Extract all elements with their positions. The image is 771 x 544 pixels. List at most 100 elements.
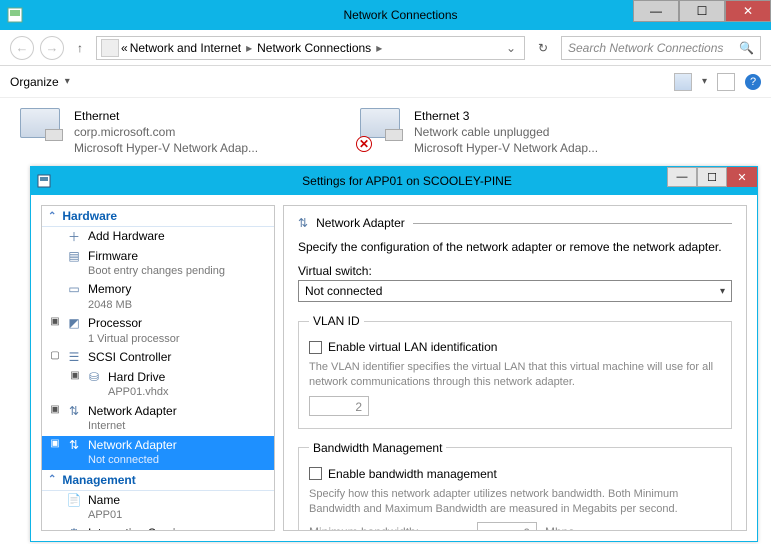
vlan-help-text: The VLAN identifier specifies the virtua… bbox=[309, 360, 721, 390]
panel-description: Specify the configuration of the network… bbox=[298, 240, 732, 254]
breadcrumb-part[interactable]: Network and Internet bbox=[130, 41, 241, 55]
network-adapter-icon: ⇅ bbox=[66, 404, 82, 418]
maximize-button[interactable]: ☐ bbox=[679, 0, 725, 22]
view-layout-button[interactable] bbox=[674, 73, 692, 91]
bandwidth-help-text: Specify how this network adapter utilize… bbox=[309, 487, 721, 517]
search-icon[interactable]: 🔍 bbox=[739, 41, 754, 55]
settings-tree: ⌃ Hardware ＋ Add Hardware ▤ Firmware Boo… bbox=[41, 205, 275, 531]
network-adapter-icon: ⇅ bbox=[298, 216, 308, 230]
bandwidth-unit: Mbps bbox=[545, 525, 574, 531]
harddrive-icon: ⛁ bbox=[86, 370, 102, 384]
bandwidth-enable-checkbox[interactable]: Enable bandwidth management bbox=[309, 467, 721, 481]
name-icon: 📄 bbox=[66, 493, 82, 507]
organize-menu[interactable]: Organize bbox=[10, 75, 59, 89]
connection-item[interactable]: ✕ Ethernet 3 Network cable unplugged Mic… bbox=[360, 108, 660, 157]
tree-item-scsi[interactable]: ▢ ☰ SCSI Controller bbox=[42, 348, 274, 368]
expand-icon[interactable]: ▣ bbox=[50, 316, 60, 327]
breadcrumb-dropdown[interactable]: ⌄ bbox=[506, 41, 520, 55]
search-input[interactable]: Search Network Connections 🔍 bbox=[561, 36, 761, 60]
close-button[interactable]: ✕ bbox=[725, 0, 771, 22]
tree-item-add-hardware[interactable]: ＋ Add Hardware bbox=[42, 227, 274, 247]
back-button[interactable]: ← bbox=[10, 36, 34, 60]
settings-dialog: Settings for APP01 on SCOOLEY-PINE — ☐ ✕… bbox=[30, 166, 758, 542]
up-button[interactable]: ↑ bbox=[70, 41, 90, 55]
search-placeholder: Search Network Connections bbox=[568, 41, 723, 55]
dialog-title: Settings for APP01 on SCOOLEY-PINE bbox=[57, 174, 757, 188]
tree-section-hardware[interactable]: ⌃ Hardware bbox=[42, 206, 274, 227]
add-hardware-icon: ＋ bbox=[66, 229, 82, 243]
app-icon bbox=[0, 7, 30, 23]
address-bar: ← → ↑ « Network and Internet ▸ Network C… bbox=[0, 30, 771, 66]
bandwidth-fieldset: Bandwidth Management Enable bandwidth ma… bbox=[298, 441, 732, 531]
tree-item-memory[interactable]: ▭ Memory 2048 MB bbox=[42, 280, 274, 314]
toolbar: Organize ▾ ▾ ? bbox=[0, 66, 771, 98]
tree-section-management[interactable]: ⌃ Management bbox=[42, 470, 274, 491]
vlan-id-input[interactable]: 2 bbox=[309, 396, 369, 416]
chevron-down-icon: ▾ bbox=[720, 286, 725, 297]
tree-item-network-adapter-2[interactable]: ▣ ⇅ Network Adapter Not connected bbox=[42, 436, 274, 470]
connection-status: Network cable unplugged bbox=[414, 124, 598, 140]
connection-device: Microsoft Hyper-V Network Adap... bbox=[414, 140, 598, 156]
expand-icon[interactable]: ▣ bbox=[70, 370, 80, 381]
integration-icon: ⚙ bbox=[66, 526, 82, 531]
scsi-icon: ☰ bbox=[66, 350, 82, 364]
settings-panel: ⇅ Network Adapter Specify the configurat… bbox=[283, 205, 747, 531]
preview-pane-button[interactable] bbox=[717, 73, 735, 91]
connection-status: corp.microsoft.com bbox=[74, 124, 258, 140]
location-icon bbox=[101, 39, 119, 57]
processor-icon: ◩ bbox=[66, 316, 82, 330]
virtual-switch-label: Virtual switch: bbox=[298, 264, 732, 278]
virtual-switch-select[interactable]: Not connected ▾ bbox=[298, 280, 732, 302]
connections-list: Ethernet corp.microsoft.com Microsoft Hy… bbox=[0, 98, 771, 167]
tree-item-network-adapter-1[interactable]: ▣ ⇅ Network Adapter Internet bbox=[42, 402, 274, 436]
nic-icon: ✕ bbox=[360, 108, 404, 148]
network-adapter-icon: ⇅ bbox=[66, 438, 82, 452]
bandwidth-legend: Bandwidth Management bbox=[309, 441, 446, 455]
breadcrumb-prefix: « bbox=[121, 41, 128, 55]
tree-item-name[interactable]: 📄 Name APP01 bbox=[42, 491, 274, 525]
tree-item-harddrive[interactable]: ▣ ⛁ Hard Drive APP01.vhdx bbox=[42, 368, 274, 402]
breadcrumb-sep: ▸ bbox=[373, 41, 385, 55]
collapse-icon[interactable]: ⌃ bbox=[48, 211, 56, 222]
disconnected-icon: ✕ bbox=[356, 136, 372, 152]
dialog-icon bbox=[31, 174, 57, 188]
tree-item-integration[interactable]: ⚙ Integration Services Some services off… bbox=[42, 524, 274, 531]
nic-icon bbox=[20, 108, 64, 148]
expand-icon[interactable]: ▣ bbox=[50, 438, 60, 449]
firmware-icon: ▤ bbox=[66, 249, 82, 263]
breadcrumb[interactable]: « Network and Internet ▸ Network Connect… bbox=[96, 36, 525, 60]
collapse-icon[interactable]: ⌃ bbox=[48, 474, 56, 485]
panel-heading: Network Adapter bbox=[316, 216, 405, 230]
breadcrumb-sep: ▸ bbox=[243, 41, 255, 55]
collapse-icon[interactable]: ▢ bbox=[50, 350, 60, 361]
tree-item-firmware[interactable]: ▤ Firmware Boot entry changes pending bbox=[42, 247, 274, 281]
virtual-switch-value: Not connected bbox=[305, 284, 382, 298]
refresh-button[interactable]: ↻ bbox=[531, 36, 555, 60]
breadcrumb-part[interactable]: Network Connections bbox=[257, 41, 371, 55]
checkbox-icon bbox=[309, 467, 322, 480]
vlan-legend: VLAN ID bbox=[309, 314, 364, 328]
expand-icon[interactable]: ▣ bbox=[50, 404, 60, 415]
tree-item-processor[interactable]: ▣ ◩ Processor 1 Virtual processor bbox=[42, 314, 274, 348]
connection-device: Microsoft Hyper-V Network Adap... bbox=[74, 140, 258, 156]
help-button[interactable]: ? bbox=[745, 74, 761, 90]
organize-dropdown-icon[interactable]: ▾ bbox=[65, 76, 70, 87]
connection-name: Ethernet 3 bbox=[414, 108, 598, 124]
memory-icon: ▭ bbox=[66, 282, 82, 296]
min-bandwidth-label: Minimum bandwidth: bbox=[309, 525, 469, 531]
minimize-button[interactable]: — bbox=[633, 0, 679, 22]
window-titlebar: Network Connections — ☐ ✕ bbox=[0, 0, 771, 30]
checkbox-icon bbox=[309, 341, 322, 354]
heading-divider bbox=[413, 223, 732, 224]
forward-button[interactable]: → bbox=[40, 36, 64, 60]
connection-name: Ethernet bbox=[74, 108, 258, 124]
min-bandwidth-input[interactable]: 0 bbox=[477, 522, 537, 531]
dialog-maximize-button[interactable]: ☐ bbox=[697, 167, 727, 187]
dialog-minimize-button[interactable]: — bbox=[667, 167, 697, 187]
vlan-enable-checkbox[interactable]: Enable virtual LAN identification bbox=[309, 340, 721, 354]
vlan-fieldset: VLAN ID Enable virtual LAN identificatio… bbox=[298, 314, 732, 429]
connection-item[interactable]: Ethernet corp.microsoft.com Microsoft Hy… bbox=[20, 108, 320, 157]
view-dropdown-icon[interactable]: ▾ bbox=[702, 76, 707, 87]
dialog-close-button[interactable]: ✕ bbox=[727, 167, 757, 187]
dialog-titlebar: Settings for APP01 on SCOOLEY-PINE — ☐ ✕ bbox=[31, 167, 757, 195]
